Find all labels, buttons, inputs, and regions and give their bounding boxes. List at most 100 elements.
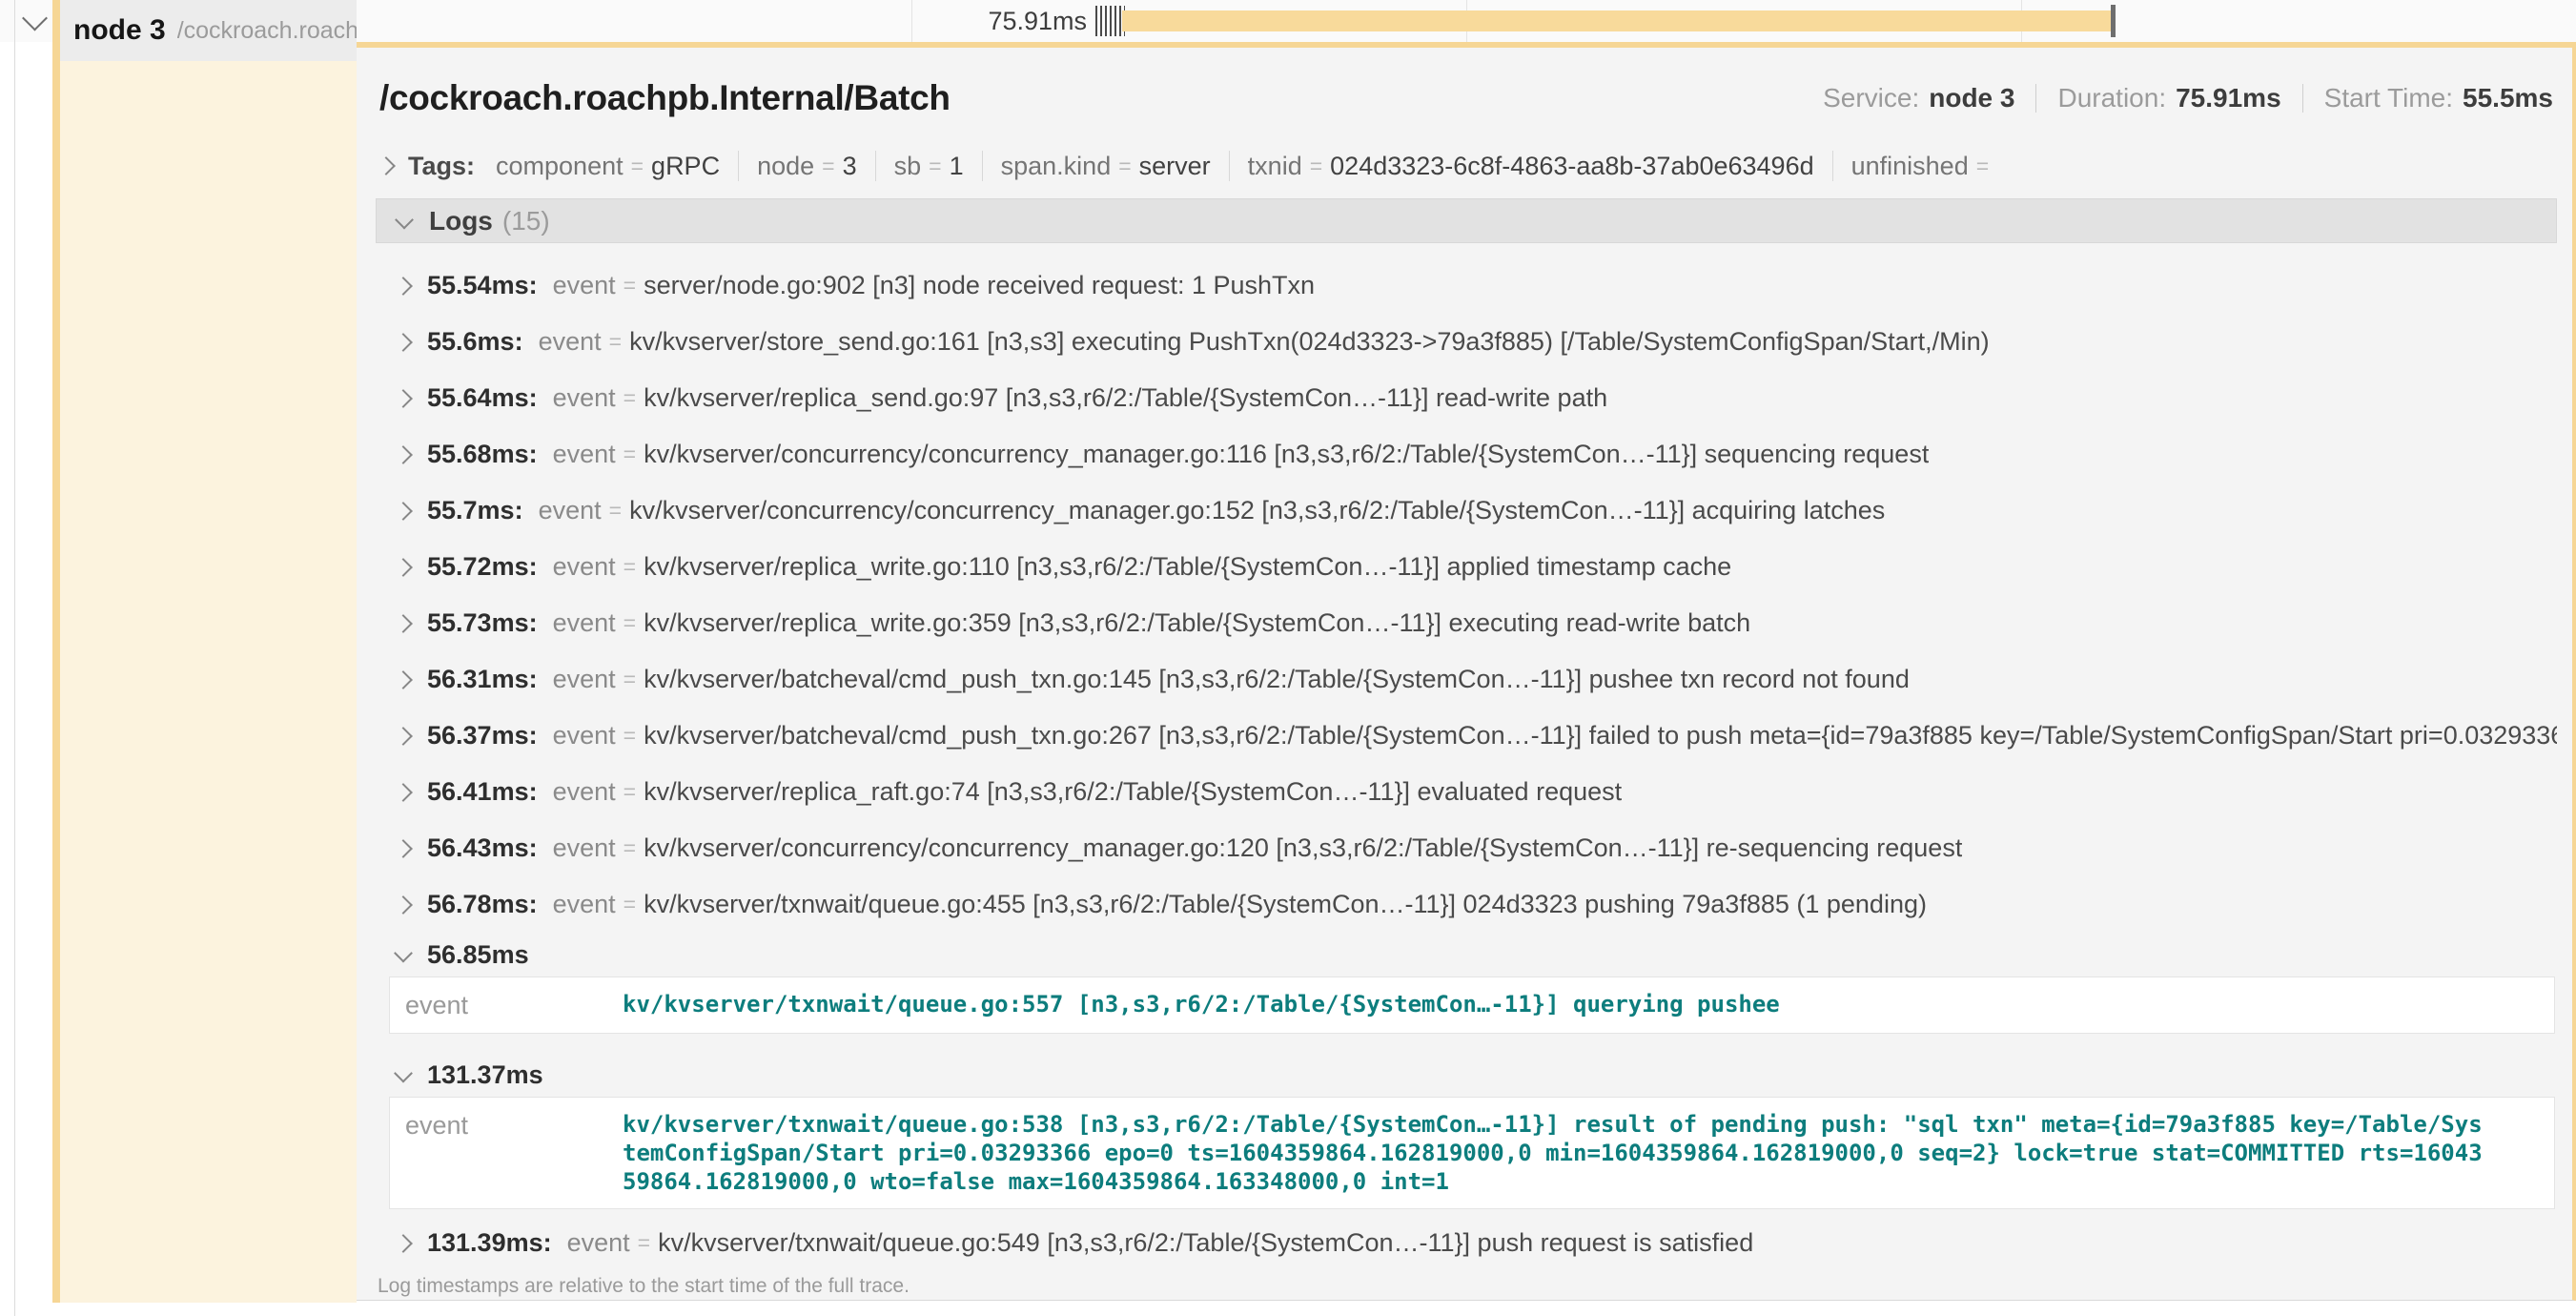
log-entry-row[interactable]: 56.31ms: event = kv/kvserver/batcheval/c… bbox=[376, 651, 2557, 708]
log-key: event bbox=[553, 383, 616, 413]
log-message: kv/kvserver/concurrency/concurrency_mana… bbox=[629, 496, 1885, 525]
tag-equals-icon: = bbox=[1976, 154, 1989, 179]
logs-section-toggle[interactable]: Logs (15) bbox=[376, 198, 2557, 243]
tag-key: sb bbox=[894, 152, 922, 181]
meta-separator bbox=[2035, 84, 2036, 113]
tag-value: 3 bbox=[843, 152, 857, 181]
log-time: 55.68ms: bbox=[427, 440, 538, 469]
log-entry-row[interactable]: 55.6ms: event = kv/kvserver/store_send.g… bbox=[376, 314, 2557, 370]
log-entry-row[interactable]: 55.68ms: event = kv/kvserver/concurrency… bbox=[376, 426, 2557, 483]
log-entry-row[interactable]: 55.73ms: event = kv/kvserver/replica_wri… bbox=[376, 595, 2557, 651]
span-meta-item: Duration: 75.91ms bbox=[2014, 83, 2280, 113]
chevron-right-icon bbox=[394, 1234, 413, 1253]
log-entry-row[interactable]: 55.64ms: event = kv/kvserver/replica_sen… bbox=[376, 370, 2557, 426]
chevron-right-icon bbox=[394, 277, 413, 296]
tag-item: sb = 1 bbox=[857, 151, 964, 181]
log-time: 56.78ms: bbox=[427, 890, 538, 919]
selected-span-row[interactable]: node 3 /cockroach.roach… bbox=[60, 0, 357, 61]
log-entry-expanded: 131.37ms event kv/kvserver/txnwait/queue… bbox=[376, 1053, 2557, 1209]
span-name-column: node 3 /cockroach.roach… bbox=[52, 0, 357, 1303]
log-time: 55.73ms: bbox=[427, 608, 538, 638]
log-time: 56.37ms: bbox=[427, 721, 538, 751]
chevron-right-icon bbox=[394, 389, 413, 408]
log-equals-icon: = bbox=[624, 779, 636, 805]
log-message: kv/kvserver/txnwait/queue.go:455 [n3,s3,… bbox=[644, 890, 1927, 919]
log-entry-row[interactable]: 56.78ms: event = kv/kvserver/txnwait/que… bbox=[376, 876, 2557, 933]
tag-value: 1 bbox=[950, 152, 964, 181]
log-message: kv/kvserver/concurrency/concurrency_mana… bbox=[644, 440, 1929, 469]
tag-equals-icon: = bbox=[1118, 154, 1131, 179]
tag-key: component bbox=[496, 152, 624, 181]
timeline-header-row: 75.91ms bbox=[0, 0, 2576, 42]
meta-separator bbox=[2302, 84, 2303, 113]
log-message: kv/kvserver/store_send.go:161 [n3,s3] ex… bbox=[629, 327, 1990, 357]
log-entry-row[interactable]: 56.37ms: event = kv/kvserver/batcheval/c… bbox=[376, 708, 2557, 764]
log-entry-expanded-header[interactable]: 131.37ms bbox=[376, 1053, 2557, 1097]
tag-key: span.kind bbox=[1001, 152, 1112, 181]
log-key: event bbox=[553, 608, 616, 638]
log-message: kv/kvserver/txnwait/queue.go:549 [n3,s3,… bbox=[658, 1228, 1753, 1258]
tag-item: span.kind = server bbox=[964, 151, 1211, 181]
log-entry-row[interactable]: 56.41ms: event = kv/kvserver/replica_raf… bbox=[376, 764, 2557, 820]
tag-equals-icon: = bbox=[1310, 154, 1322, 179]
log-entry-row[interactable]: 55.72ms: event = kv/kvserver/replica_wri… bbox=[376, 539, 2557, 595]
span-service-name: node 3 bbox=[73, 14, 166, 47]
detail-header: /cockroach.roachpb.Internal/Batch Servic… bbox=[376, 76, 2557, 120]
log-key: event bbox=[539, 496, 602, 525]
log-equals-icon: = bbox=[624, 385, 636, 411]
log-message: kv/kvserver/replica_raft.go:74 [n3,s3,r6… bbox=[644, 777, 1622, 807]
log-time: 131.39ms: bbox=[427, 1228, 552, 1258]
meta-label: Duration: bbox=[2057, 83, 2166, 113]
log-entry-row[interactable]: 131.39ms: event = kv/kvserver/txnwait/qu… bbox=[376, 1215, 2557, 1271]
chevron-right-icon bbox=[394, 783, 413, 802]
log-equals-icon: = bbox=[609, 498, 622, 524]
chevron-right-icon bbox=[394, 895, 413, 915]
log-equals-icon: = bbox=[624, 723, 636, 749]
log-time: 55.72ms: bbox=[427, 552, 538, 582]
log-key: event bbox=[567, 1228, 630, 1258]
log-key: event bbox=[553, 440, 616, 469]
log-entry-expanded-header[interactable]: 56.85ms bbox=[376, 933, 2557, 977]
log-equals-icon: = bbox=[609, 329, 622, 355]
log-time: 56.43ms: bbox=[427, 833, 538, 863]
chevron-right-icon bbox=[394, 445, 413, 464]
log-time: 56.85ms bbox=[427, 940, 529, 970]
log-equals-icon: = bbox=[624, 610, 636, 636]
log-equals-icon: = bbox=[624, 554, 636, 580]
chevron-down-icon bbox=[395, 210, 414, 229]
tag-key: txnid bbox=[1248, 152, 1302, 181]
log-message: kv/kvserver/replica_send.go:97 [n3,s3,r6… bbox=[644, 383, 1607, 413]
tags-section-toggle[interactable]: Tags: component = gRPC node = 3 sb = 1 s… bbox=[376, 149, 2557, 183]
span-operation-name: /cockroach.roach… bbox=[177, 17, 357, 45]
log-time: 55.54ms: bbox=[427, 271, 538, 300]
tag-list: component = gRPC node = 3 sb = 1 span.ki… bbox=[496, 151, 1996, 181]
log-equals-icon: = bbox=[624, 835, 636, 861]
meta-value: 55.5ms bbox=[2463, 83, 2553, 113]
log-field-key: event bbox=[405, 1110, 623, 1196]
log-entry-row[interactable]: 55.54ms: event = server/node.go:902 [n3]… bbox=[376, 257, 2557, 314]
chevron-right-icon bbox=[394, 502, 413, 521]
tag-value: 024d3323-6c8f-4863-aa8b-37ab0e63496d bbox=[1330, 152, 1813, 181]
chevron-right-icon bbox=[394, 839, 413, 858]
meta-label: Start Time: bbox=[2324, 83, 2453, 113]
log-entry-row[interactable]: 55.7ms: event = kv/kvserver/concurrency/… bbox=[376, 483, 2557, 539]
log-time: 55.6ms: bbox=[427, 327, 523, 357]
log-message: kv/kvserver/replica_write.go:110 [n3,s3,… bbox=[644, 552, 1731, 582]
tag-separator bbox=[738, 151, 739, 181]
tag-equals-icon: = bbox=[631, 154, 644, 179]
span-detail-panel: /cockroach.roachpb.Internal/Batch Servic… bbox=[357, 42, 2576, 1301]
log-list: 55.54ms: event = server/node.go:902 [n3]… bbox=[376, 243, 2557, 1271]
log-entry-row[interactable]: 56.43ms: event = kv/kvserver/concurrency… bbox=[376, 820, 2557, 876]
log-key: event bbox=[553, 890, 616, 919]
log-entry-expanded: 56.85ms event kv/kvserver/txnwait/queue.… bbox=[376, 933, 2557, 1034]
span-meta: Service: node 3 Duration: 75.91ms Start … bbox=[1823, 83, 2553, 113]
chevron-right-icon bbox=[377, 156, 396, 175]
log-key: event bbox=[553, 552, 616, 582]
log-equals-icon: = bbox=[624, 273, 636, 298]
tag-separator bbox=[1832, 151, 1833, 181]
log-message: server/node.go:902 [n3] node received re… bbox=[644, 271, 1315, 300]
logs-footer: Log timestamps are relative to the start… bbox=[378, 1275, 2557, 1301]
log-time: 56.41ms: bbox=[427, 777, 538, 807]
span-duration-bar[interactable] bbox=[1122, 10, 2115, 31]
chevron-right-icon bbox=[394, 558, 413, 577]
